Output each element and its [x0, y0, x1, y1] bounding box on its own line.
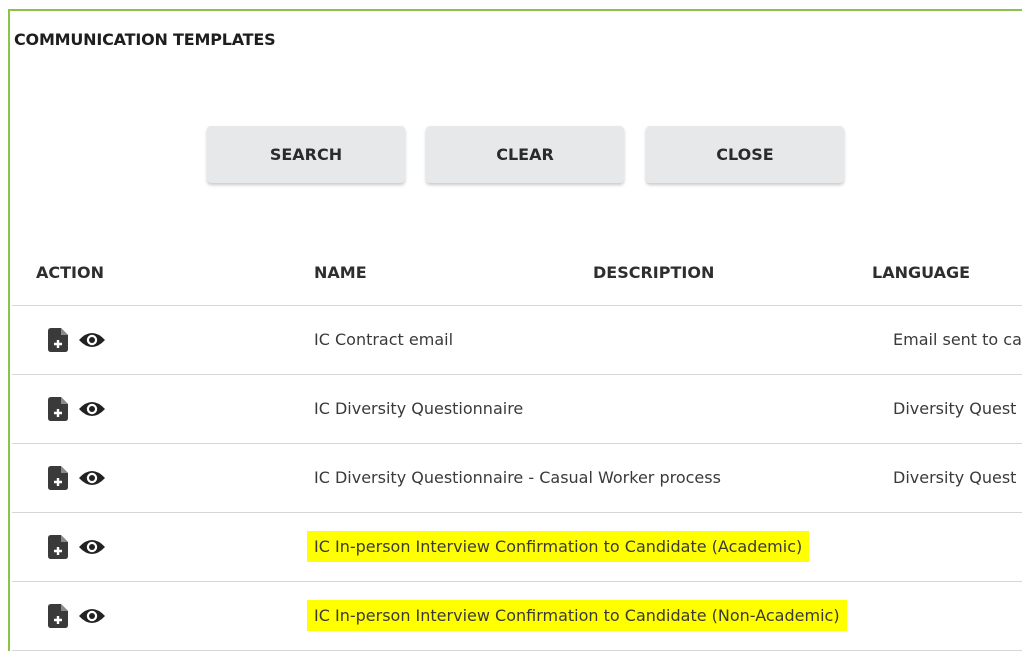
- communication-templates-panel: COMMUNICATION TEMPLATES SEARCH CLEAR CLO…: [8, 9, 1022, 651]
- template-description: Email sent to ca: [893, 330, 1022, 349]
- template-name[interactable]: IC Contract email: [314, 330, 453, 349]
- templates-table: ACTION NAME DESCRIPTION LANGUAGE IC Cont…: [12, 241, 1022, 651]
- view-eye-icon[interactable]: [78, 606, 106, 626]
- template-name[interactable]: IC Diversity Questionnaire - Casual Work…: [314, 468, 721, 487]
- template-description: Diversity Quest: [893, 468, 1017, 487]
- close-button[interactable]: CLOSE: [646, 126, 844, 183]
- column-header-name[interactable]: NAME: [314, 263, 367, 282]
- row-actions: [48, 466, 106, 490]
- table-row: IC Diversity Questionnaire Diversity Que…: [12, 375, 1022, 444]
- template-name[interactable]: IC In-person Interview Confirmation to C…: [307, 531, 810, 562]
- table-row: IC Diversity Questionnaire - Casual Work…: [12, 444, 1022, 513]
- add-document-icon[interactable]: [48, 328, 68, 352]
- table-row: IC In-person Interview Confirmation to C…: [12, 582, 1022, 651]
- template-name[interactable]: IC In-person Interview Confirmation to C…: [307, 600, 847, 631]
- search-button[interactable]: SEARCH: [207, 126, 405, 183]
- table-header: ACTION NAME DESCRIPTION LANGUAGE: [12, 241, 1022, 306]
- view-eye-icon[interactable]: [78, 537, 106, 557]
- table-row: IC Contract email Email sent to ca: [12, 306, 1022, 375]
- row-actions: [48, 328, 106, 352]
- view-eye-icon[interactable]: [78, 399, 106, 419]
- row-actions: [48, 535, 106, 559]
- column-header-language[interactable]: LANGUAGE: [872, 263, 970, 282]
- column-header-description[interactable]: DESCRIPTION: [593, 263, 714, 282]
- view-eye-icon[interactable]: [78, 330, 106, 350]
- template-description: Diversity Quest: [893, 399, 1017, 418]
- add-document-icon[interactable]: [48, 535, 68, 559]
- clear-button[interactable]: CLEAR: [426, 126, 624, 183]
- add-document-icon[interactable]: [48, 397, 68, 421]
- template-name[interactable]: IC Diversity Questionnaire: [314, 399, 523, 418]
- add-document-icon[interactable]: [48, 466, 68, 490]
- row-actions: [48, 604, 106, 628]
- row-actions: [48, 397, 106, 421]
- table-row: IC In-person Interview Confirmation to C…: [12, 513, 1022, 582]
- add-document-icon[interactable]: [48, 604, 68, 628]
- column-header-action[interactable]: ACTION: [36, 263, 104, 282]
- view-eye-icon[interactable]: [78, 468, 106, 488]
- page-title: COMMUNICATION TEMPLATES: [14, 30, 276, 49]
